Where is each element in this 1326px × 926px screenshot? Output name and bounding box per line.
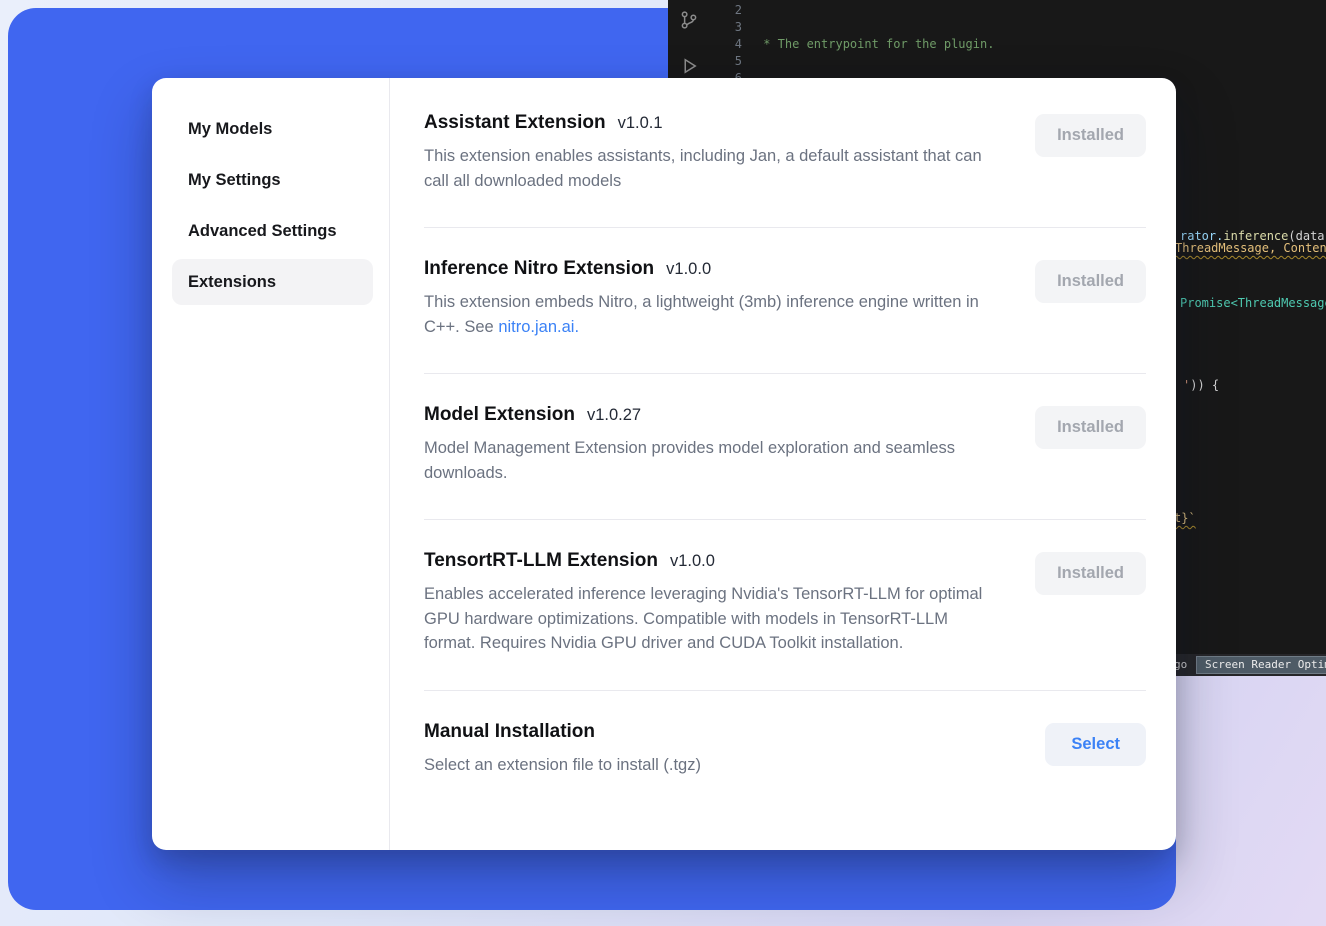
installed-button-model[interactable]: Installed — [1035, 406, 1146, 449]
extension-version: v1.0.1 — [618, 114, 663, 133]
extension-version: v1.0.0 — [666, 260, 711, 279]
extension-info: Assistant Extension v1.0.1 This extensio… — [424, 112, 1035, 193]
code-fragment-inference: rator.inference(data)); — [1180, 229, 1326, 243]
sidebar-item-advanced-settings[interactable]: Advanced Settings — [172, 208, 373, 254]
line-number: 4 — [668, 36, 742, 53]
sidebar-item-my-settings[interactable]: My Settings — [172, 157, 373, 203]
line-number: 2 — [668, 2, 742, 19]
extension-description: Model Management Extension provides mode… — [424, 436, 999, 485]
editor-line-numbers: 2 3 4 5 6 — [668, 2, 742, 87]
manual-installation-info: Manual Installation Select an extension … — [424, 721, 1045, 778]
extension-row-nitro: Inference Nitro Extension v1.0.0 This ex… — [424, 227, 1146, 373]
manual-installation-description: Select an extension file to install (.tg… — [424, 753, 1009, 778]
extension-name: TensortRT-LLM Extension — [424, 550, 658, 572]
installed-button-assistant[interactable]: Installed — [1035, 114, 1146, 157]
code-fragment-template: t}` — [1174, 511, 1196, 525]
select-file-button[interactable]: Select — [1045, 723, 1146, 766]
extensions-list: Assistant Extension v1.0.1 This extensio… — [390, 78, 1176, 850]
extension-row-model: Model Extension v1.0.27 Model Management… — [424, 373, 1146, 519]
extension-description: This extension enables assistants, inclu… — [424, 144, 999, 193]
line-number: 5 — [668, 53, 742, 70]
extension-row-tensorrt: TensortRT-LLM Extension v1.0.0 Enables a… — [424, 519, 1146, 690]
sidebar-item-my-models[interactable]: My Models — [172, 106, 373, 152]
manual-installation-row: Manual Installation Select an extension … — [424, 690, 1146, 812]
installed-button-tensorrt[interactable]: Installed — [1035, 552, 1146, 595]
code-fragment-promise: Promise<ThreadMessage> — [1180, 296, 1326, 310]
extension-info: Inference Nitro Extension v1.0.0 This ex… — [424, 258, 1035, 339]
nitro-jan-ai-link[interactable]: nitro.jan.ai. — [498, 318, 579, 336]
extension-row-assistant: Assistant Extension v1.0.1 This extensio… — [424, 86, 1146, 227]
screen-reader-optimized-chip[interactable]: Screen Reader Optimized — [1196, 656, 1326, 674]
line-number: 3 — [668, 19, 742, 36]
settings-sidebar: My Models My Settings Advanced Settings … — [152, 78, 390, 850]
extension-description: Enables accelerated inference leveraging… — [424, 582, 999, 656]
settings-modal: My Models My Settings Advanced Settings … — [152, 78, 1176, 850]
code-line-comment: * The entrypoint for the plugin. — [756, 36, 1326, 53]
extension-description: This extension embeds Nitro, a lightweig… — [424, 290, 999, 339]
extension-info: TensortRT-LLM Extension v1.0.0 Enables a… — [424, 550, 1035, 656]
installed-button-nitro[interactable]: Installed — [1035, 260, 1146, 303]
extension-name: Model Extension — [424, 404, 575, 426]
extension-name: Inference Nitro Extension — [424, 258, 654, 280]
extension-version: v1.0.27 — [587, 406, 641, 425]
sidebar-item-extensions[interactable]: Extensions — [172, 259, 373, 305]
extension-name: Assistant Extension — [424, 112, 606, 134]
manual-installation-title: Manual Installation — [424, 721, 595, 743]
extension-version: v1.0.0 — [670, 552, 715, 571]
code-fragment-paren: ')) { — [1183, 378, 1219, 392]
extension-info: Model Extension v1.0.27 Model Management… — [424, 404, 1035, 485]
